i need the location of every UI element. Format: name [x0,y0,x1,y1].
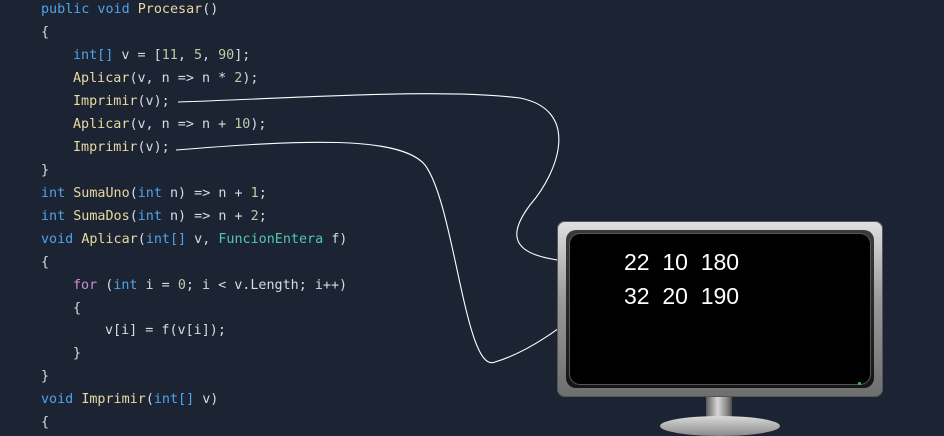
output-line-1: 22 10 180 [624,249,740,275]
arrow-imprimir-1-to-output-1 [177,93,603,268]
output-line-2: 32 20 190 [624,283,740,309]
power-led-icon [858,382,861,385]
monitor: 22 10 180 32 20 190 [557,221,883,397]
monitor-stand-base [660,416,780,436]
arrow-imprimir-2-to-output-2 [175,141,603,363]
monitor-screen: 22 10 180 32 20 190 [570,234,870,384]
